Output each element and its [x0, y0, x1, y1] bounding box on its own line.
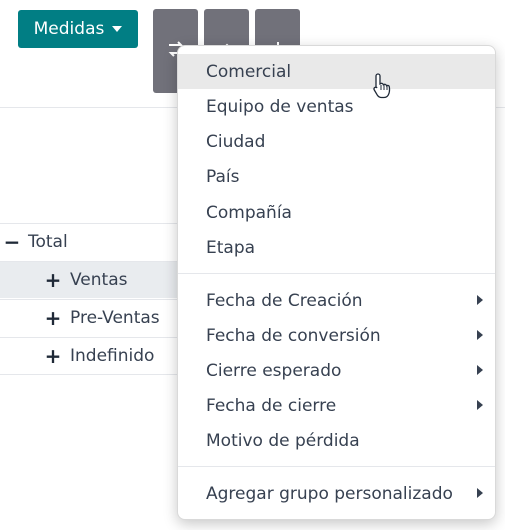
hand-pointer-icon — [373, 73, 391, 99]
menu-item-label: Agregar grupo personalizado — [206, 483, 453, 504]
menu-item-fecha-de-creacion[interactable]: Fecha de Creación — [178, 283, 495, 318]
row-header-indefinido[interactable]: + Indefinido — [0, 337, 200, 375]
caret-down-icon — [112, 26, 123, 32]
expand-row-icon: + — [44, 344, 62, 368]
menu-item-custom-group[interactable]: Agregar grupo personalizado — [178, 476, 495, 511]
menu-item-compania[interactable]: Compañía — [178, 195, 495, 230]
menu-item-etapa[interactable]: Etapa — [178, 230, 495, 265]
expand-row-icon: + — [44, 306, 62, 330]
menu-item-cierre-esperado[interactable]: Cierre esperado — [178, 353, 495, 388]
menu-item-motivo-de-perdida[interactable]: Motivo de pérdida — [178, 423, 495, 458]
chevron-right-icon — [477, 330, 483, 340]
menu-item-pais[interactable]: País — [178, 159, 495, 194]
menu-item-fecha-de-conversion[interactable]: Fecha de conversión — [178, 318, 495, 353]
collapse-icon: − — [3, 230, 21, 254]
measures-label: Medidas — [33, 19, 105, 39]
menu-divider — [178, 466, 495, 467]
chevron-right-icon — [477, 295, 483, 305]
chevron-right-icon — [477, 488, 483, 498]
row-header-label: Pre-Ventas — [70, 308, 160, 328]
menu-item-label: Fecha de cierre — [206, 395, 337, 416]
menu-item-label: Cierre esperado — [206, 360, 342, 381]
row-header-label: Total — [28, 232, 68, 252]
menu-item-ciudad[interactable]: Ciudad — [178, 124, 495, 159]
measures-button[interactable]: Medidas — [18, 10, 138, 48]
menu-item-label: Fecha de Creación — [206, 290, 363, 311]
menu-divider — [178, 273, 495, 274]
menu-item-label: Ciudad — [206, 131, 266, 152]
row-header-label: Indefinido — [70, 346, 155, 366]
menu-item-label: País — [206, 166, 240, 187]
chevron-right-icon — [477, 365, 483, 375]
group-by-dropdown: Comercial Equipo de ventas Ciudad País C… — [177, 45, 496, 520]
menu-item-equipo-de-ventas[interactable]: Equipo de ventas — [178, 89, 495, 124]
row-header-label: Ventas — [70, 270, 128, 290]
menu-item-label: Motivo de pérdida — [206, 430, 360, 451]
menu-item-fecha-de-cierre[interactable]: Fecha de cierre — [178, 388, 495, 423]
menu-item-label: Fecha de conversión — [206, 325, 381, 346]
row-header-pre-ventas[interactable]: + Pre-Ventas — [0, 299, 200, 336]
menu-item-label: Compañía — [206, 202, 292, 223]
menu-item-label: Etapa — [206, 237, 256, 258]
menu-item-label: Comercial — [206, 61, 292, 82]
expand-row-icon: + — [44, 268, 62, 292]
menu-item-label: Equipo de ventas — [206, 96, 354, 117]
row-header-total[interactable]: − Total — [0, 223, 200, 260]
chevron-right-icon — [477, 400, 483, 410]
row-header-ventas[interactable]: + Ventas — [0, 261, 200, 298]
menu-item-comercial[interactable]: Comercial — [178, 54, 495, 89]
